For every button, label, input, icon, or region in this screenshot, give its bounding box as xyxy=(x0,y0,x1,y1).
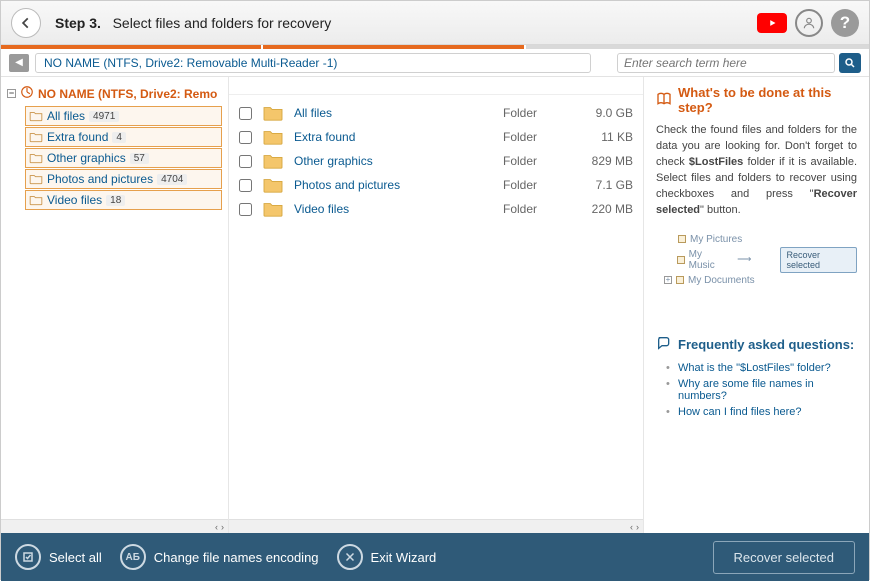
close-icon xyxy=(337,544,363,570)
faq-link[interactable]: How can I find files here? xyxy=(678,406,802,418)
tree-item-count: 18 xyxy=(106,195,125,206)
file-row[interactable]: Other graphics Folder 829 MB xyxy=(229,149,643,173)
help-title: What's to be done at this step? xyxy=(656,85,857,115)
folder-icon xyxy=(262,128,284,146)
search-input[interactable] xyxy=(617,53,835,73)
row-size: 9.0 GB xyxy=(573,106,633,120)
step-description: Select files and folders for recovery xyxy=(113,15,332,31)
tree-item[interactable]: Extra found 4 xyxy=(25,127,222,147)
faq-title: Frequently asked questions: xyxy=(656,335,857,354)
row-type: Folder xyxy=(503,202,563,216)
folder-icon xyxy=(29,152,43,164)
tree-item-count: 4971 xyxy=(89,111,119,122)
folder-icon xyxy=(262,200,284,218)
row-size: 829 MB xyxy=(573,154,633,168)
help-icon[interactable]: ? xyxy=(831,9,859,37)
tree-item-count: 57 xyxy=(130,153,149,164)
path-display[interactable]: NO NAME (NTFS, Drive2: Removable Multi-R… xyxy=(35,53,591,73)
tree-item[interactable]: All files 4971 xyxy=(25,106,222,126)
tree-item-label: Video files xyxy=(47,193,102,207)
tree-item-count: 4704 xyxy=(157,174,187,185)
chat-icon xyxy=(656,335,672,354)
help-panel: What's to be done at this step? Check th… xyxy=(644,77,869,533)
tree-root-label: NO NAME (NTFS, Drive2: Remo xyxy=(38,87,217,101)
faq-link[interactable]: What is the "$LostFiles" folder? xyxy=(678,362,831,374)
select-all-icon xyxy=(15,544,41,570)
tree-item-label: Extra found xyxy=(47,130,108,144)
row-size: 11 KB xyxy=(573,130,633,144)
faq-item[interactable]: Why are some file names in numbers? xyxy=(666,376,857,404)
footer-bar: Select all AБ Change file names encoding… xyxy=(1,533,869,581)
folder-icon xyxy=(29,110,43,122)
file-list-panel: All files Folder 9.0 GB Extra found Folder 11… xyxy=(229,77,644,533)
row-name: Extra found xyxy=(294,130,493,144)
youtube-icon[interactable] xyxy=(757,13,787,33)
folder-icon xyxy=(262,104,284,122)
list-scrollbar[interactable]: ‹› xyxy=(229,519,643,533)
faq-link[interactable]: Why are some file names in numbers? xyxy=(678,378,814,402)
step-title: Step 3. Select files and folders for rec… xyxy=(55,15,331,31)
step-progress xyxy=(1,45,869,49)
row-type: Folder xyxy=(503,106,563,120)
faq-item[interactable]: How can I find files here? xyxy=(666,404,857,420)
row-checkbox[interactable] xyxy=(239,107,252,120)
row-name: Video files xyxy=(294,202,493,216)
column-header[interactable] xyxy=(229,77,643,95)
tree-item-label: All files xyxy=(47,109,85,123)
folder-icon xyxy=(262,176,284,194)
path-bar: ◀ NO NAME (NTFS, Drive2: Removable Multi… xyxy=(1,49,869,77)
tree-item[interactable]: Photos and pictures 4704 xyxy=(25,169,222,189)
faq-section: Frequently asked questions: What is the … xyxy=(656,335,857,420)
file-row[interactable]: Video files Folder 220 MB xyxy=(229,197,643,221)
recover-selected-button[interactable]: Recover selected xyxy=(713,541,855,574)
row-checkbox[interactable] xyxy=(239,203,252,216)
folder-icon xyxy=(262,152,284,170)
help-illustration: My Pictures My Music⟶Recover selected +M… xyxy=(664,233,857,287)
row-name: Photos and pictures xyxy=(294,178,493,192)
row-type: Folder xyxy=(503,154,563,168)
book-icon xyxy=(656,91,672,110)
tree-item-label: Other graphics xyxy=(47,151,126,165)
file-row[interactable]: All files Folder 9.0 GB xyxy=(229,101,643,125)
row-size: 7.1 GB xyxy=(573,178,633,192)
row-checkbox[interactable] xyxy=(239,155,252,168)
main-area: − NO NAME (NTFS, Drive2: Remo All files … xyxy=(1,77,869,533)
row-checkbox[interactable] xyxy=(239,131,252,144)
folder-icon xyxy=(29,194,43,206)
tree-item[interactable]: Other graphics 57 xyxy=(25,148,222,168)
encoding-icon: AБ xyxy=(120,544,146,570)
row-name: All files xyxy=(294,106,493,120)
file-row[interactable]: Extra found Folder 11 KB xyxy=(229,125,643,149)
folder-icon xyxy=(29,131,43,143)
tree-scrollbar[interactable]: ‹› xyxy=(1,519,228,533)
row-size: 220 MB xyxy=(573,202,633,216)
file-row[interactable]: Photos and pictures Folder 7.1 GB xyxy=(229,173,643,197)
tree-item-label: Photos and pictures xyxy=(47,172,153,186)
encoding-button[interactable]: AБ Change file names encoding xyxy=(120,544,319,570)
tree-item[interactable]: Video files 18 xyxy=(25,190,222,210)
search-button[interactable] xyxy=(839,53,861,73)
header-bar: Step 3. Select files and folders for rec… xyxy=(1,1,869,45)
tree-root[interactable]: − NO NAME (NTFS, Drive2: Remo xyxy=(7,83,222,104)
tree-panel: − NO NAME (NTFS, Drive2: Remo All files … xyxy=(1,77,229,533)
row-name: Other graphics xyxy=(294,154,493,168)
exit-wizard-button[interactable]: Exit Wizard xyxy=(337,544,437,570)
row-type: Folder xyxy=(503,178,563,192)
faq-item[interactable]: What is the "$LostFiles" folder? xyxy=(666,360,857,376)
row-type: Folder xyxy=(503,130,563,144)
help-text: Check the found files and folders for th… xyxy=(656,123,857,219)
collapse-icon[interactable]: − xyxy=(7,89,16,98)
path-back-button[interactable]: ◀ xyxy=(9,54,29,72)
select-all-button[interactable]: Select all xyxy=(15,544,102,570)
back-button[interactable] xyxy=(11,8,41,38)
row-checkbox[interactable] xyxy=(239,179,252,192)
tree-item-count: 4 xyxy=(112,132,126,143)
disk-icon xyxy=(20,85,34,102)
account-icon[interactable] xyxy=(795,9,823,37)
folder-icon xyxy=(29,173,43,185)
step-number: Step 3. xyxy=(55,15,101,31)
